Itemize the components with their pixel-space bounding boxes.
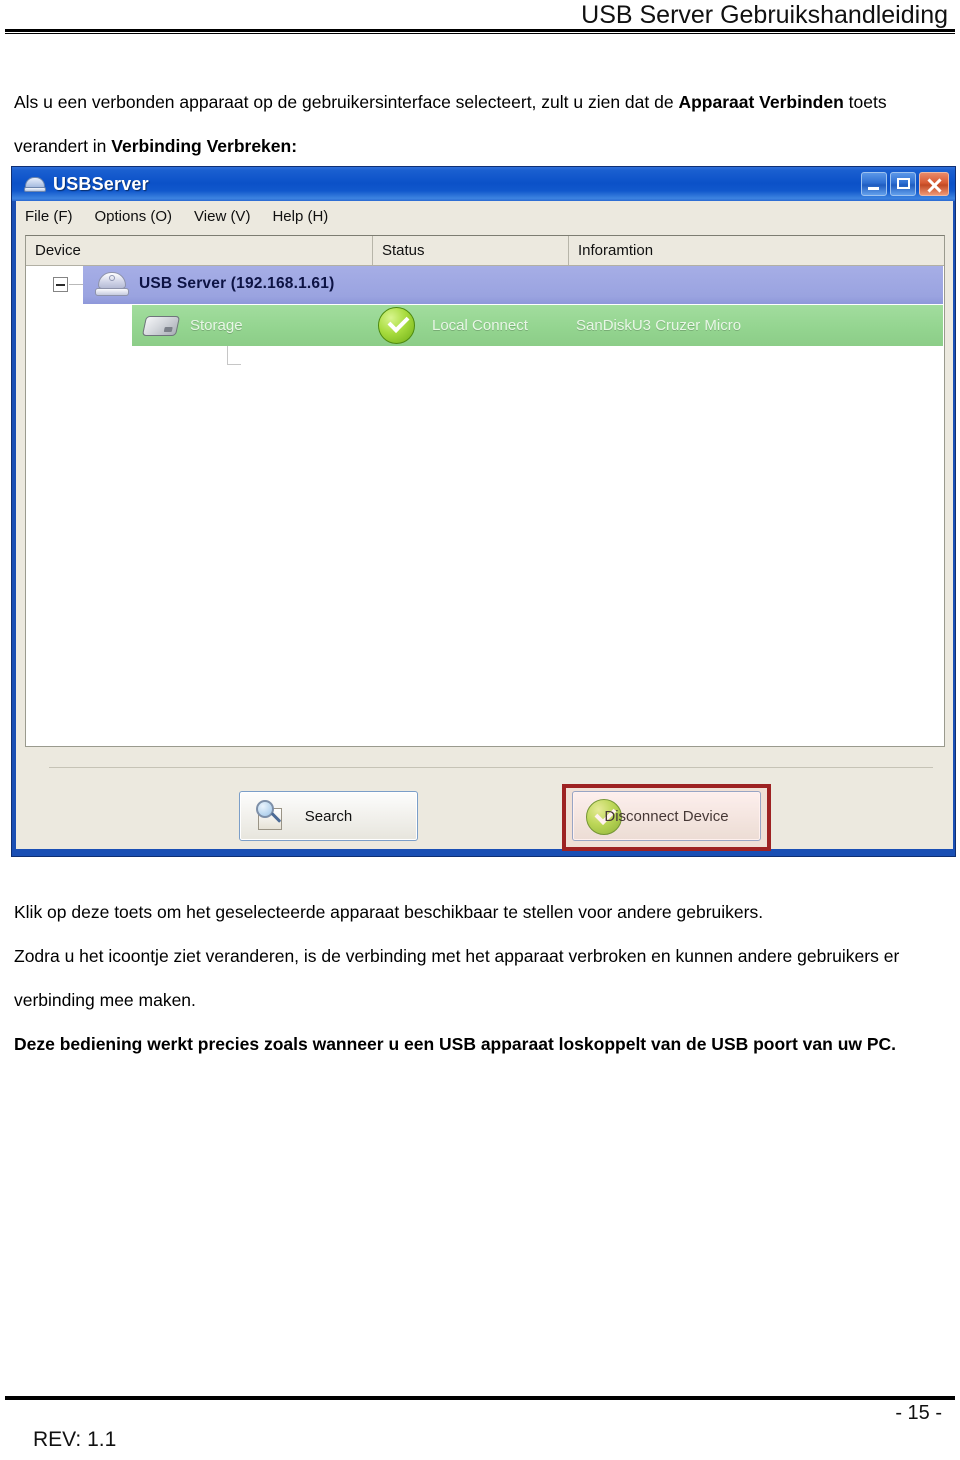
disconnect-button-highlight-annotation	[562, 784, 771, 851]
body-paragraph-1: Klik op deze toets om het geselecteerde …	[14, 901, 764, 922]
storage-drive-icon	[141, 316, 181, 336]
search-button[interactable]: Search	[239, 791, 418, 841]
tree-row-usb-server-label: USB Server (192.168.1.61)	[139, 275, 335, 292]
tree-row-storage-status: Local Connect	[432, 317, 528, 334]
column-header-status[interactable]: Status	[373, 236, 569, 265]
window-controls	[861, 172, 949, 196]
device-tree: USB Server (192.168.1.61) Storage Local …	[26, 266, 944, 365]
tree-row-connected-band: Storage Local Connect SanDiskU3 Cruzer M…	[132, 305, 943, 346]
minimize-button[interactable]	[861, 172, 887, 196]
revision-label: REV: 1.1	[33, 1428, 117, 1451]
menu-item-file[interactable]: File (F)	[25, 208, 73, 225]
collapse-minus-icon[interactable]	[53, 277, 68, 292]
intro-bold-verbinding-verbreken: Verbinding Verbreken:	[111, 135, 298, 156]
footer-divider-rule	[5, 1396, 955, 1400]
usb-server-icon	[24, 174, 46, 194]
menu-item-help[interactable]: Help (H)	[272, 208, 328, 225]
green-check-icon	[378, 307, 415, 344]
usb-server-device-icon	[95, 270, 129, 298]
window-title: USBServer	[53, 173, 149, 194]
intro-text-part-1: Als u een verbonden apparaat op de gebru…	[14, 91, 679, 112]
tree-connector-line	[69, 284, 83, 285]
minimize-icon	[868, 187, 879, 190]
window-client-area: File (F) Options (O) View (V) Help (H) D…	[16, 201, 953, 851]
header-divider-rule	[5, 29, 955, 34]
device-list-header: Device Status Inforamtion	[26, 236, 944, 266]
usbserver-application-window: USBServer File (F) Options (O) View (V) …	[11, 166, 956, 857]
maximize-button[interactable]	[890, 172, 916, 196]
body-paragraph-3: Deze bediening werkt precies zoals wanne…	[14, 1033, 897, 1054]
body-paragraph-2: Zodra u het icoontje ziet veranderen, is…	[14, 945, 900, 1010]
intro-paragraph: Als u een verbonden apparaat op de gebru…	[14, 80, 946, 168]
intro-bold-apparaat-verbinden: Apparaat Verbinden	[678, 91, 844, 112]
menubar: File (F) Options (O) View (V) Help (H)	[16, 201, 953, 231]
page-number: - 15 -	[895, 1402, 942, 1424]
search-button-label: Search	[304, 807, 353, 825]
button-bar: Search Disconnect Device	[16, 786, 953, 848]
close-button[interactable]	[919, 172, 949, 196]
button-bar-divider	[49, 767, 933, 768]
device-list: Device Status Inforamtion USB Server (19…	[25, 235, 945, 747]
tree-row-selected-band: USB Server (192.168.1.61)	[83, 266, 943, 304]
tree-row-storage-information: SanDiskU3 Cruzer Micro	[576, 317, 742, 334]
tree-row-storage-device: Storage	[190, 317, 243, 334]
running-title: USB Server Gebruikshandleiding	[581, 1, 948, 29]
tree-row-storage[interactable]: Storage Local Connect SanDiskU3 Cruzer M…	[26, 304, 944, 365]
menu-item-view[interactable]: View (V)	[194, 208, 250, 225]
menu-item-options[interactable]: Options (O)	[95, 208, 173, 225]
column-header-device[interactable]: Device	[26, 236, 373, 265]
column-header-information[interactable]: Inforamtion	[569, 236, 944, 265]
maximize-icon	[897, 178, 910, 189]
tree-row-usb-server[interactable]: USB Server (192.168.1.61)	[26, 266, 944, 304]
window-titlebar: USBServer	[12, 167, 955, 201]
tree-connector-horizontal	[227, 364, 241, 365]
